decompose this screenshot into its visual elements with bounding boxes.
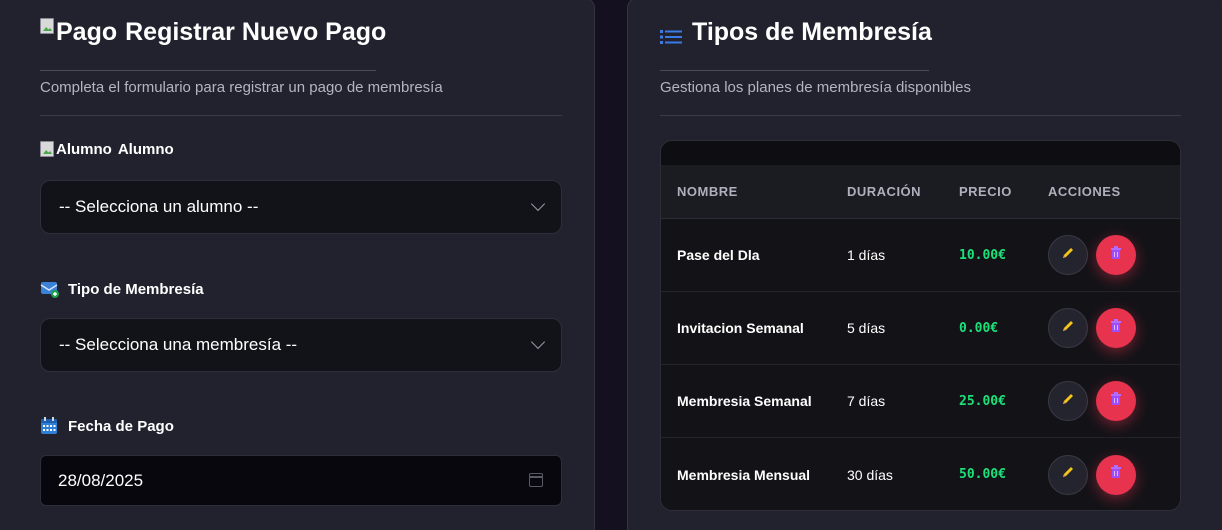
table-row: Membresia Mensual 30 días 50.00€ (661, 438, 1180, 510)
delete-button[interactable] (1096, 381, 1136, 421)
membership-types-table: NOMBRE DURACIÓN PRECIO ACCIONES Pase del… (660, 140, 1181, 511)
row-price: 0.00€ (959, 320, 999, 336)
register-payment-title: Pago Registrar Nuevo Pago (40, 18, 386, 47)
page: Pago Registrar Nuevo Pago Completa el fo… (0, 0, 1222, 530)
alumno-label: Alumno Alumno (40, 141, 174, 158)
chevron-down-icon (530, 196, 546, 212)
header-duration: DURACIÓN (847, 184, 922, 199)
title-divider (660, 70, 929, 71)
table-row: Invitacion Semanal 5 días 0.00€ (661, 292, 1180, 365)
table-top-bar (661, 141, 1180, 165)
membresia-select-value: -- Selecciona una membresía -- (59, 335, 298, 354)
row-name: Membresia Mensual (677, 466, 811, 483)
pencil-icon (1061, 392, 1075, 411)
calendar-icon (40, 417, 58, 435)
edit-button[interactable] (1048, 381, 1088, 421)
row-duration: 1 días (847, 247, 886, 263)
edit-button[interactable] (1048, 454, 1088, 495)
chevron-down-icon (530, 334, 546, 350)
row-actions (1048, 454, 1180, 495)
row-duration: 30 días (847, 466, 893, 483)
row-duration: 5 días (847, 320, 886, 336)
row-actions (1048, 381, 1180, 421)
table-header: NOMBRE DURACIÓN PRECIO ACCIONES (661, 165, 1180, 219)
register-payment-subtitle: Completa el formulario para registrar un… (40, 79, 443, 96)
row-price: 10.00€ (959, 247, 1006, 263)
pago-image-icon: Pago (40, 18, 117, 47)
row-price: 50.00€ (959, 467, 1006, 482)
membresia-label: Tipo de Membresía (40, 280, 204, 298)
row-price: 25.00€ (959, 393, 1006, 409)
membership-types-title: Tipos de Membresía (660, 18, 932, 47)
fecha-label: Fecha de Pago (40, 417, 174, 435)
row-name: Pase del Dla (677, 247, 760, 263)
trash-icon (1110, 245, 1122, 265)
header-price: PRECIO (959, 184, 1012, 199)
membership-types-subtitle: Gestiona los planes de membresía disponi… (660, 79, 972, 96)
row-name: Membresia Semanal (677, 393, 812, 409)
section-divider (40, 115, 562, 116)
trash-icon (1110, 318, 1122, 338)
membresia-select[interactable]: -- Selecciona una membresía -- (40, 318, 562, 372)
row-actions (1048, 308, 1180, 348)
delete-button[interactable] (1096, 454, 1136, 495)
row-duration: 7 días (847, 393, 886, 409)
header-actions: ACCIONES (1048, 184, 1121, 199)
edit-button[interactable] (1048, 235, 1088, 275)
header-name: NOMBRE (677, 184, 738, 199)
alumno-select[interactable]: -- Selecciona un alumno -- (40, 180, 562, 234)
delete-button[interactable] (1096, 235, 1136, 275)
trash-icon (1110, 391, 1122, 411)
trash-icon (1110, 465, 1122, 484)
calendar-picker-icon[interactable] (529, 473, 543, 487)
table-row: Pase del Dla 1 días 10.00€ (661, 219, 1180, 292)
pencil-icon (1061, 319, 1075, 338)
pencil-icon (1061, 246, 1075, 265)
section-divider (660, 115, 1181, 116)
row-actions (1048, 235, 1180, 275)
edit-button[interactable] (1048, 308, 1088, 348)
alumno-select-value: -- Selecciona un alumno -- (59, 197, 259, 216)
table-row: Membresia Semanal 7 días 25.00€ (661, 365, 1180, 438)
fecha-input[interactable]: 28/08/2025 (40, 455, 562, 506)
delete-button[interactable] (1096, 308, 1136, 348)
fecha-input-value: 28/08/2025 (58, 470, 144, 490)
card-icon (40, 280, 60, 298)
list-icon (660, 24, 682, 44)
alumno-image-icon: Alumno (40, 141, 112, 158)
pencil-icon (1061, 465, 1075, 484)
row-name: Invitacion Semanal (677, 320, 804, 336)
title-divider (40, 70, 376, 71)
